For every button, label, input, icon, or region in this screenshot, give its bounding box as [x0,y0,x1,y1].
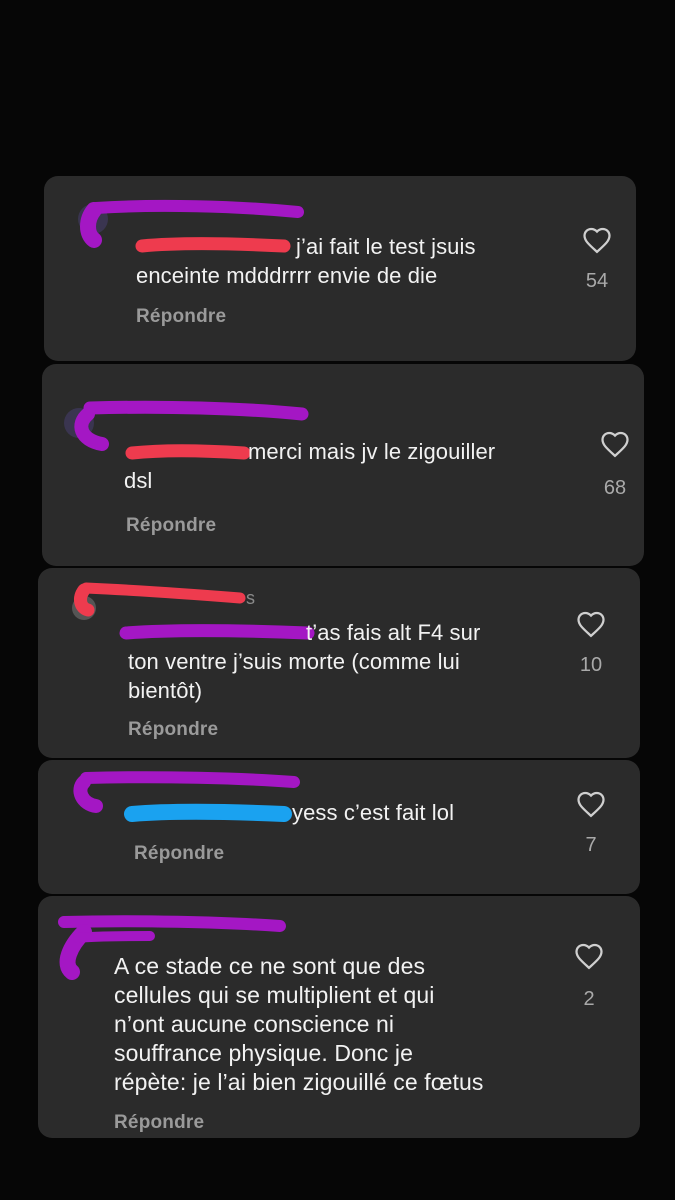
comment-text: t’as fais alt F4 sur ton ventre j’suis m… [128,620,481,703]
reply-button[interactable]: Répondre [134,843,224,865]
like-count: 68 [603,477,627,499]
comment-text: j’ai fait le test jsuis enceinte mdddrrr… [136,234,476,288]
comments-screen: j’ai fait le test jsuis enceinte mdddrrr… [0,0,675,1200]
reply-button[interactable]: Répondre [126,515,216,537]
like-count: 7 [585,834,597,856]
comment-text: A ce stade ce ne sont que des cellules q… [114,953,484,1095]
heart-outline-icon[interactable] [582,226,612,254]
heart-outline-icon[interactable] [574,942,604,970]
heart-outline-icon[interactable] [600,430,630,458]
comment-text: merci mais jv le zigouiller dsl [124,439,496,493]
like-count: 54 [585,270,609,292]
like-count: 10 [579,654,603,676]
like-count: 2 [583,988,595,1010]
redaction-scribble-username [74,582,246,617]
reply-button[interactable]: Répondre [114,1112,204,1134]
comment-text: yess c’est fait lol [292,800,455,825]
reply-button[interactable]: Répondre [136,306,226,328]
heart-outline-icon[interactable] [576,610,606,638]
reply-button[interactable]: Répondre [128,719,218,741]
comment-meta: s [246,588,255,608]
heart-outline-icon[interactable] [576,790,606,818]
